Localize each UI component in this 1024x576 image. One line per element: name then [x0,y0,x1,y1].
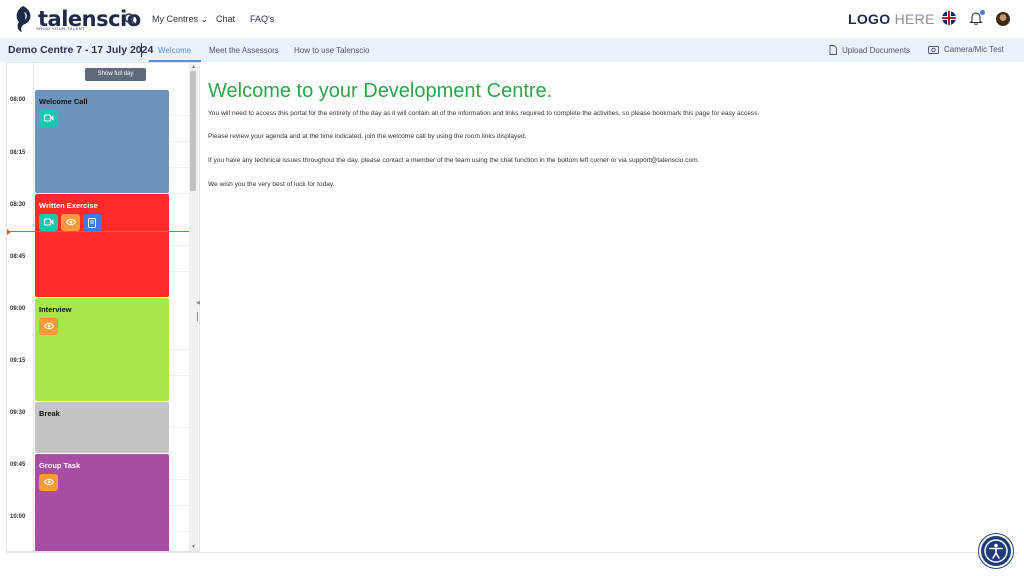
time-label: 10:00 [10,514,26,520]
accessibility-icon [984,539,1008,563]
view-button[interactable] [39,318,58,335]
time-label: 09:00 [10,306,26,312]
page-title: Welcome to your Development Centre. [208,80,553,102]
scroll-up-icon[interactable]: ▲ [191,64,196,70]
footer-divider [6,552,1018,553]
schedule-scroll-thumb[interactable] [190,71,196,191]
current-time-line [7,231,191,232]
tab-meet-the-assessors[interactable]: Meet the Assessors [209,46,279,55]
current-time-marker [7,229,11,235]
view-button[interactable] [39,474,58,491]
client-logo-bold: LOGO [848,11,891,27]
event-break[interactable]: Break [35,402,169,453]
time-label: 09:30 [10,410,26,416]
show-full-day-button[interactable]: Show full day [85,68,146,81]
time-label: 08:45 [10,254,26,260]
welcome-paragraph: You will need to access this portal for … [208,110,760,117]
video-icon [44,218,54,226]
collapse-panel-icon[interactable]: ◀ [196,300,200,306]
welcome-paragraph: We wish you the very best of luck for to… [208,181,335,188]
welcome-content: Welcome to your Development Centre. You … [208,80,1008,188]
join-video-button[interactable] [39,110,58,127]
accessibility-button[interactable] [979,534,1013,568]
client-logo-light: HERE [890,11,935,27]
video-icon [44,114,54,122]
time-label: 09:15 [10,358,26,364]
event-title: Interview [39,305,72,314]
scroll-down-icon[interactable]: ▼ [191,544,196,550]
nav-chat[interactable]: Chat [216,14,235,24]
document-edit-icon [88,218,96,228]
event-title: Written Exercise [39,201,98,210]
notification-dot [980,10,985,15]
welcome-paragraph: If you have any technical issues through… [208,157,700,164]
upload-documents-button[interactable]: Upload Documents [829,45,910,55]
event-title: Group Task [39,461,81,470]
brand-tagline: SHOW YOUR TALENT [36,26,86,31]
time-label: 08:00 [10,97,26,103]
tab-how-to-use[interactable]: How to use Talenscio [294,46,369,55]
brand-logo-icon [16,6,31,32]
eye-icon [44,478,54,486]
event-title: Break [39,409,60,418]
avatar[interactable] [996,12,1010,26]
event-interview[interactable]: Interview [35,298,169,401]
nav-my-centres[interactable]: My Centres ⌄ [152,14,208,25]
upload-documents-label: Upload Documents [842,45,911,55]
tab-welcome[interactable]: Welcome [158,46,191,55]
event-welcome-call[interactable]: Welcome Call [35,90,169,193]
time-label: 09:45 [10,462,26,468]
camera-mic-test-button[interactable]: Camera/Mic Test [928,45,1004,54]
centre-title: Demo Centre 7 - 17 July 2024 [8,44,154,56]
uk-flag-icon[interactable] [942,11,956,25]
camera-icon [928,46,939,54]
documents-button[interactable] [83,214,102,231]
event-title: Welcome Call [39,97,88,106]
client-logo: LOGO HERE [848,11,935,27]
event-written-exercise[interactable]: Written Exercise [35,194,169,297]
search-icon[interactable] [123,12,137,26]
welcome-paragraph: Please review your agenda and at the tim… [208,133,527,140]
camera-mic-test-label: Camera/Mic Test [944,45,1004,54]
time-label: 08:30 [10,202,26,208]
agenda-schedule[interactable]: Show full day 08:00 08:15 08:30 08:45 09… [6,62,200,552]
view-button[interactable] [61,214,80,231]
top-navigation: talenscio SHOW YOUR TALENT My Centres ⌄ … [0,0,1024,38]
divider [141,43,142,57]
join-video-button[interactable] [39,214,58,231]
time-label: 08:15 [10,150,26,156]
eye-icon [44,322,54,330]
eye-icon [66,218,76,226]
nav-faqs[interactable]: FAQ's [250,14,274,24]
centre-subnav: Demo Centre 7 - 17 July 2024 Welcome Mee… [0,38,1024,62]
event-group-task[interactable]: Group Task [35,454,169,551]
panel-resize-handle[interactable] [197,312,198,321]
document-icon [829,45,837,55]
